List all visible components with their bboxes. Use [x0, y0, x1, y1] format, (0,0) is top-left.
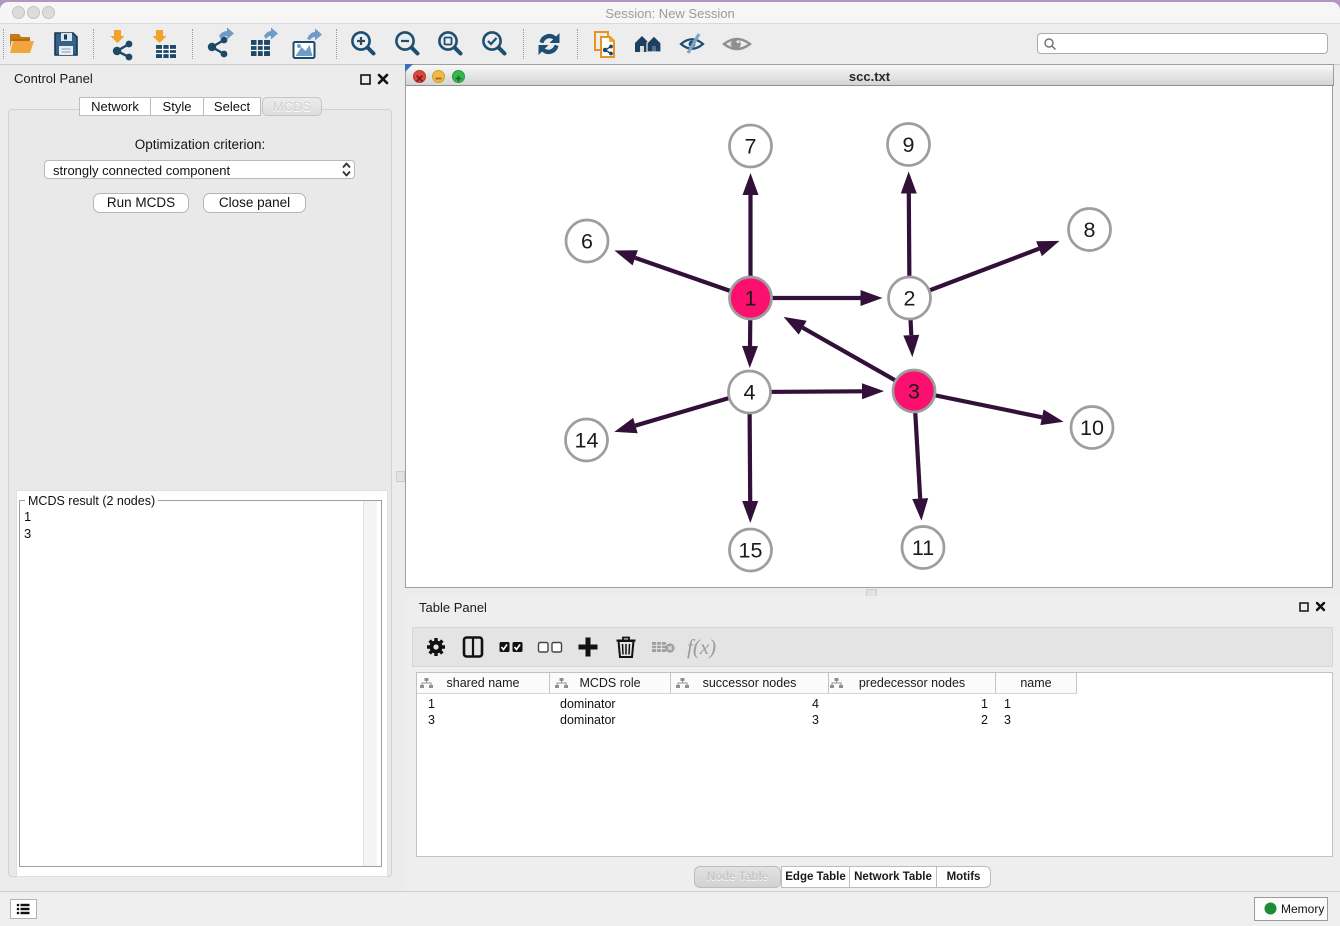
svg-text:f(x): f(x) [687, 635, 716, 659]
svg-text:4: 4 [744, 381, 756, 405]
svg-text:10: 10 [1080, 416, 1104, 440]
svg-text:1: 1 [745, 287, 757, 311]
svg-text:3: 3 [908, 380, 920, 404]
svg-text:11: 11 [912, 536, 934, 560]
svg-text:15: 15 [739, 539, 763, 563]
svg-text:8: 8 [1084, 218, 1096, 242]
svg-text:7: 7 [745, 135, 757, 159]
svg-text:14: 14 [575, 429, 599, 453]
svg-text:2: 2 [904, 287, 916, 311]
svg-text:9: 9 [903, 133, 915, 157]
svg-text:6: 6 [581, 230, 593, 254]
